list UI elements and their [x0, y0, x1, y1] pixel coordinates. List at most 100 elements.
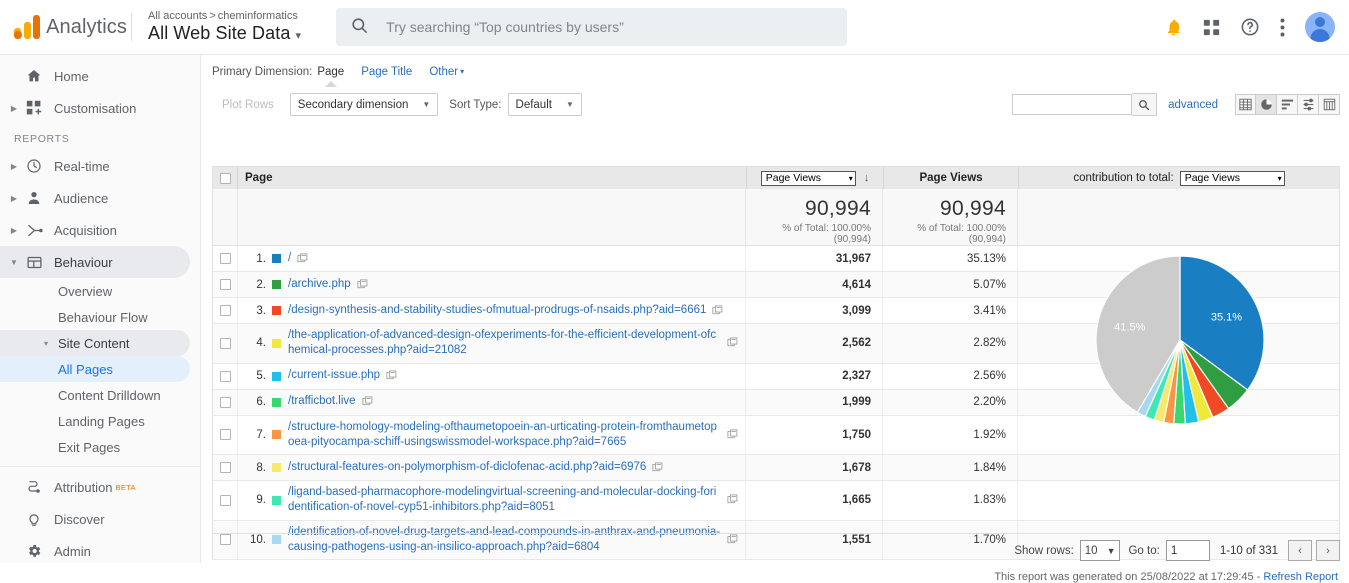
table-view-icon[interactable]	[1235, 94, 1256, 115]
sidebar-item-attribution[interactable]: Attribution BETA	[0, 471, 190, 503]
view-name[interactable]: All Web Site Data ▾	[148, 23, 301, 44]
sidebar-item-home[interactable]: Home	[0, 60, 190, 92]
row-page-link[interactable]: /identification-of-novel-drug-targets-an…	[288, 525, 721, 556]
refresh-report-link[interactable]: Refresh Report	[1263, 571, 1338, 583]
table-bottom-border	[212, 533, 1340, 534]
show-rows-select[interactable]: 10 ▼	[1080, 540, 1121, 561]
account-selector[interactable]: All accounts>cheminformatics All Web Sit…	[148, 10, 301, 43]
row-page-views: 2,327	[746, 364, 883, 389]
primary-dimension-other[interactable]: Other	[429, 66, 458, 78]
sidebar-item-real-time[interactable]: ▶ Real-time	[0, 150, 190, 182]
sidebar-item-discover[interactable]: Discover	[0, 503, 190, 535]
more-vertical-icon[interactable]	[1280, 18, 1285, 37]
row-checkbox[interactable]	[220, 279, 231, 290]
search-input[interactable]	[384, 18, 833, 36]
row-page-link[interactable]: /trafficbot.live	[288, 394, 356, 409]
sidebar-item-all-pages[interactable]: All Pages	[0, 356, 190, 382]
sidebar-item-behaviour-flow[interactable]: Behaviour Flow	[0, 304, 190, 330]
row-checkbox-cell[interactable]	[213, 455, 238, 480]
row-checkbox-cell[interactable]	[213, 246, 238, 271]
row-checkbox[interactable]	[220, 253, 231, 264]
open-in-new-window-icon[interactable]	[721, 534, 745, 546]
sidebar-item-label: Overview	[58, 284, 112, 299]
row-page-link[interactable]: /ligand-based-pharmacophore-modelingvirt…	[288, 485, 721, 516]
column-header-page[interactable]: Page	[238, 167, 746, 189]
bell-icon[interactable]	[1164, 18, 1183, 37]
row-checkbox[interactable]	[220, 397, 231, 408]
row-page-link[interactable]: /archive.php	[288, 277, 351, 292]
sidebar-item-label: Site Content	[58, 336, 130, 351]
row-checkbox-cell[interactable]	[213, 272, 238, 297]
metric1-select[interactable]: Page Views ▾	[761, 171, 856, 186]
row-checkbox[interactable]	[220, 338, 231, 349]
open-in-new-window-icon[interactable]	[706, 305, 730, 317]
prev-page-button[interactable]: ‹	[1288, 540, 1312, 561]
sort-type-select[interactable]: Default ▼	[508, 93, 582, 116]
open-in-new-window-icon[interactable]	[721, 494, 745, 506]
find-search-button[interactable]	[1132, 93, 1157, 116]
row-page-link[interactable]: /the-application-of-advanced-design-ofex…	[288, 328, 721, 359]
row-checkbox[interactable]	[220, 305, 231, 316]
row-checkbox-cell[interactable]	[213, 324, 238, 363]
row-checkbox-cell[interactable]	[213, 521, 238, 560]
open-in-new-window-icon[interactable]	[356, 396, 380, 408]
pivot-view-icon[interactable]	[1319, 94, 1340, 115]
sidebar-item-customisation[interactable]: ▶ Customisation	[0, 92, 190, 124]
open-in-new-window-icon[interactable]	[646, 462, 670, 474]
sidebar-item-audience[interactable]: ▶ Audience	[0, 182, 190, 214]
secondary-dimension-select[interactable]: Secondary dimension ▼	[290, 93, 439, 116]
sidebar-item-overview[interactable]: Overview	[0, 278, 190, 304]
row-checkbox-cell[interactable]	[213, 390, 238, 415]
sort-descending-icon[interactable]: ↓	[864, 172, 870, 184]
sidebar-item-exit-pages[interactable]: Exit Pages	[0, 434, 190, 460]
avatar[interactable]	[1305, 12, 1335, 42]
open-in-new-window-icon[interactable]	[380, 370, 404, 382]
comparison-view-icon[interactable]	[1298, 94, 1319, 115]
sidebar-item-site-content[interactable]: ▾ Site Content	[0, 330, 190, 356]
sidebar-item-behaviour[interactable]: ▼ Behaviour	[0, 246, 190, 278]
row-page-link[interactable]: /current-issue.php	[288, 368, 380, 383]
help-icon[interactable]	[1240, 17, 1260, 37]
open-in-new-window-icon[interactable]	[351, 279, 375, 291]
open-in-new-window-icon[interactable]	[721, 429, 745, 441]
performance-view-icon[interactable]	[1277, 94, 1298, 115]
primary-dimension-page[interactable]: Page	[317, 66, 344, 78]
row-checkbox[interactable]	[220, 534, 231, 545]
row-checkbox-cell[interactable]	[213, 416, 238, 455]
find-input[interactable]	[1012, 94, 1132, 115]
global-search[interactable]	[336, 8, 847, 46]
sidebar-item-content-drilldown[interactable]: Content Drilldown	[0, 382, 190, 408]
sidebar-item-landing-pages[interactable]: Landing Pages	[0, 408, 190, 434]
row-checkbox-cell[interactable]	[213, 298, 238, 323]
apps-grid-icon[interactable]	[1203, 19, 1220, 36]
row-page-views: 1,551	[746, 521, 883, 560]
plot-rows-button[interactable]: Plot Rows	[212, 93, 284, 116]
row-page-link[interactable]: /structural-features-on-polymorphism-of-…	[288, 460, 646, 475]
row-page-link[interactable]: /design-synthesis-and-stability-studies-…	[288, 303, 706, 318]
contribution-select[interactable]: Page Views ▾	[1180, 171, 1285, 186]
column-header-metric2[interactable]: Page Views	[883, 167, 1018, 189]
sidebar-item-label: All Pages	[58, 362, 113, 377]
primary-dimension-page-title[interactable]: Page Title	[361, 66, 412, 78]
row-page-link[interactable]: /structure-homology-modeling-ofthaumetop…	[288, 420, 721, 451]
next-page-button[interactable]: ›	[1316, 540, 1340, 561]
row-checkbox-cell[interactable]	[213, 364, 238, 389]
row-checkbox[interactable]	[220, 429, 231, 440]
row-checkbox-cell[interactable]	[213, 481, 238, 520]
pie-view-icon[interactable]	[1256, 94, 1277, 115]
open-in-new-window-icon[interactable]	[291, 253, 315, 265]
row-page-cell: 4./the-application-of-advanced-design-of…	[238, 324, 746, 363]
advanced-link[interactable]: advanced	[1168, 99, 1218, 111]
sidebar-item-acquisition[interactable]: ▶ Acquisition	[0, 214, 190, 246]
row-checkbox[interactable]	[220, 495, 231, 506]
open-in-new-window-icon[interactable]	[721, 337, 745, 349]
row-page-views: 2,562	[746, 324, 883, 363]
row-color-swatch	[272, 339, 281, 348]
select-all-checkbox[interactable]	[220, 173, 231, 184]
total-metric2-sub: % of Total: 100.00% (90,994)	[883, 223, 1006, 245]
sidebar-item-admin[interactable]: Admin	[0, 535, 190, 563]
goto-input[interactable]	[1166, 540, 1210, 561]
select-all-cell[interactable]	[213, 167, 238, 189]
row-checkbox[interactable]	[220, 462, 231, 473]
row-checkbox[interactable]	[220, 371, 231, 382]
